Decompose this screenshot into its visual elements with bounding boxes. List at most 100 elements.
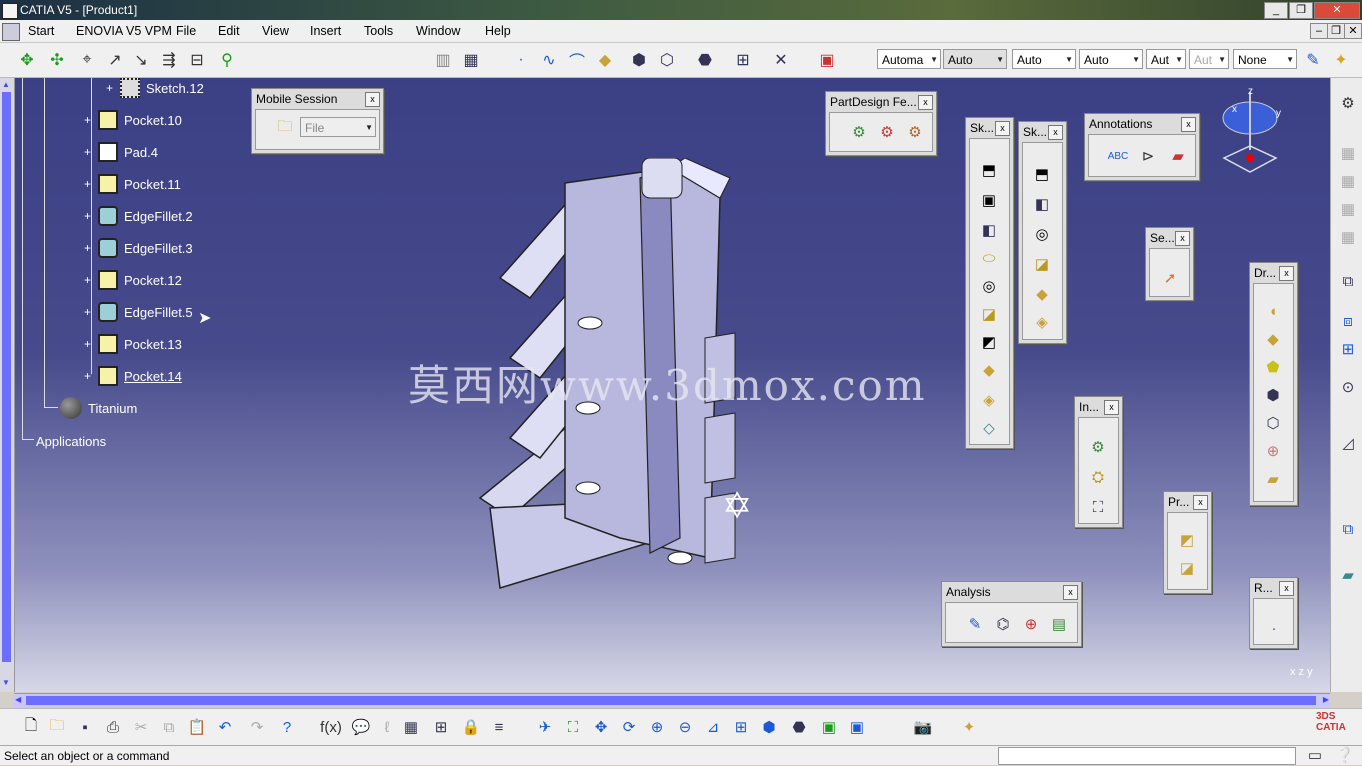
panel-close-button[interactable]: x [1181,117,1196,132]
hole-tool-icon[interactable]: ⬭ [978,247,1000,269]
expand-icon[interactable]: + [84,114,94,126]
menu-tools[interactable]: Tools [364,24,393,38]
mobile-file-combo[interactable]: File ▼ [300,117,376,137]
tree-item-fillet[interactable]: + EdgeFillet.5 [84,300,193,324]
expand-icon[interactable]: + [84,306,94,318]
hole-tool-icon[interactable]: ◎ [1031,223,1053,245]
partdesign-features-toolbar[interactable]: PartDesign Fe... x ⚙ ⚙ ⚙ [825,91,937,156]
expand-icon[interactable]: + [106,82,116,94]
tree-item-pad[interactable]: + Pad.4 [84,140,158,164]
filter-combo[interactable]: None ▼ [1233,49,1297,69]
expand-icon[interactable]: + [84,178,94,190]
body-icon[interactable]: ⬡ [656,49,678,71]
menu-edit[interactable]: Edit [218,24,240,38]
extrude-icon[interactable]: ◆ [594,49,616,71]
tree-item-pocket[interactable]: + Pocket.11 [84,172,181,196]
feature-icon[interactable]: ⚙ [848,121,870,143]
tree-item-applications[interactable]: Applications [36,429,106,453]
feature-icon[interactable]: ⚙ [904,121,926,143]
menu-insert[interactable]: Insert [310,24,341,38]
stiffener-tool-icon[interactable]: ◩ [978,331,1000,353]
paste-icon[interactable]: 📋 [186,716,208,738]
transform-feature-icon[interactable]: ⧉ [1337,270,1359,292]
multi-view-icon[interactable]: ⊞ [730,716,752,738]
tree-item-fillet[interactable]: + EdgeFillet.2 [84,204,193,228]
surface-icon[interactable]: ⌒ [566,49,588,71]
menu-window[interactable]: Window [416,24,460,38]
panel-close-button[interactable]: x [918,95,933,110]
redo-icon[interactable]: ↷ [246,716,268,738]
line-type-combo[interactable]: Automa ▼ [877,49,941,69]
loft-tool-icon[interactable]: ◆ [1031,283,1053,305]
save-icon[interactable]: ▪ [74,716,96,738]
lock-icon[interactable]: 🔒 [460,716,482,738]
remove-loft-tool-icon[interactable]: ◈ [978,389,1000,411]
render-style-icon[interactable]: ⬣ [694,49,716,71]
fit-all-icon[interactable]: ⛶ [562,716,584,738]
text-annotation-icon[interactable]: ABC [1107,145,1129,167]
rib-tool-icon[interactable]: ◪ [1031,253,1053,275]
publish-icon[interactable]: ◩ [1176,529,1198,551]
thread-analysis-icon[interactable]: ⊕ [1020,613,1042,635]
print-icon[interactable]: ⎙ [102,716,124,738]
scroll-thumb[interactable] [26,696,1316,705]
part-body-icon[interactable]: ▦ [1337,170,1359,192]
remove-face-icon[interactable]: ▰ [1262,468,1284,490]
hide-show-icon[interactable]: ▣ [818,716,840,738]
analysis-toolbar[interactable]: Analysis x ✎ ⌬ ⊕ ▤ [941,581,1082,647]
painter-icon[interactable]: ✦ [1330,49,1352,71]
fix-icon[interactable]: ▦ [460,49,482,71]
vertical-scrollbar[interactable]: ▲ ▼ [0,78,15,692]
scroll-thumb[interactable] [2,92,11,662]
sketch-based-toolbar-2[interactable]: Sk... x ⬒ ◧ ◎ ◪ ◆ ◈ [1018,121,1067,344]
pad-tool-icon[interactable]: ⬒ [978,159,1000,181]
fly-mode-icon[interactable]: ✈ [534,716,556,738]
panel-close-button[interactable]: x [1104,400,1119,415]
doc-restore-button[interactable]: ❐ [1327,23,1345,39]
tree-item-pocket[interactable]: + Pocket.14 [84,364,182,388]
panel-close-button[interactable]: x [365,92,380,107]
compass-widget[interactable] [1220,88,1284,178]
snap-icon[interactable]: ⌖ [76,49,98,71]
folder-icon[interactable]: 🗀 [274,117,296,139]
comment-icon[interactable]: 💬 [350,716,372,738]
swap-space-icon[interactable]: ▣ [846,716,868,738]
pocket-tool-icon[interactable]: ▣ [978,189,1000,211]
panel-close-button[interactable]: x [1279,266,1294,281]
scroll-right-icon[interactable]: ▶ [1323,695,1329,704]
copy-icon[interactable]: ⧉ [158,716,180,738]
render-mode-icon[interactable]: ⬣ [788,716,810,738]
surface-feature-icon[interactable]: ▰ [1337,564,1359,586]
ordered-set-icon[interactable]: ⛶ [1087,496,1109,518]
catia-app-icon[interactable] [2,3,18,19]
panel-close-button[interactable]: x [1063,585,1078,600]
solid-combine-icon[interactable]: ◇ [978,417,1000,439]
pan-icon[interactable]: ✥ [590,716,612,738]
expand-icon[interactable]: + [84,146,94,158]
3d-annotation-icon[interactable]: ▰ [1167,145,1189,167]
close-button[interactable]: ✕ [1314,2,1360,19]
scroll-up-icon[interactable]: ▲ [2,80,11,90]
select-toolbar[interactable]: Se... x ➚ [1145,227,1194,301]
boolean-icon[interactable]: ⧉ [1337,518,1359,540]
rib-tool-icon[interactable]: ◎ [978,275,1000,297]
panel-close-button[interactable]: x [995,121,1010,136]
horizontal-scrollbar[interactable]: ◀ ▶ [14,693,1330,708]
dress-up-toolbar[interactable]: Dr... x ◖ ◆ ⬟ ⬢ ⬡ ⊕ ▰ [1249,262,1298,506]
part-body-icon[interactable]: ▦ [1337,226,1359,248]
sketcher-icon[interactable]: ◿ [1337,432,1359,454]
curvature-analysis-icon[interactable]: ⌬ [992,613,1014,635]
menu-start[interactable]: Start [28,24,54,38]
point-icon[interactable]: · [510,49,532,71]
flag-note-icon[interactable]: ⊳ [1137,145,1159,167]
normal-view-icon[interactable]: ⊿ [702,716,724,738]
shaft-tool-icon[interactable]: ◧ [978,219,1000,241]
shell-tool-icon[interactable]: ⬢ [1262,384,1284,406]
move-icon[interactable]: ✥ [16,49,38,71]
geometrical-set-icon[interactable]: ⛭ [1087,466,1109,488]
panel-toggle-icon[interactable]: ▭ [1304,744,1326,766]
new-document-icon[interactable]: 🗋 [20,716,42,738]
color-combo[interactable]: Auto ▼ [1079,49,1143,69]
formula-icon[interactable]: f(x) [320,716,342,738]
minimize-button[interactable]: _ [1264,2,1288,19]
